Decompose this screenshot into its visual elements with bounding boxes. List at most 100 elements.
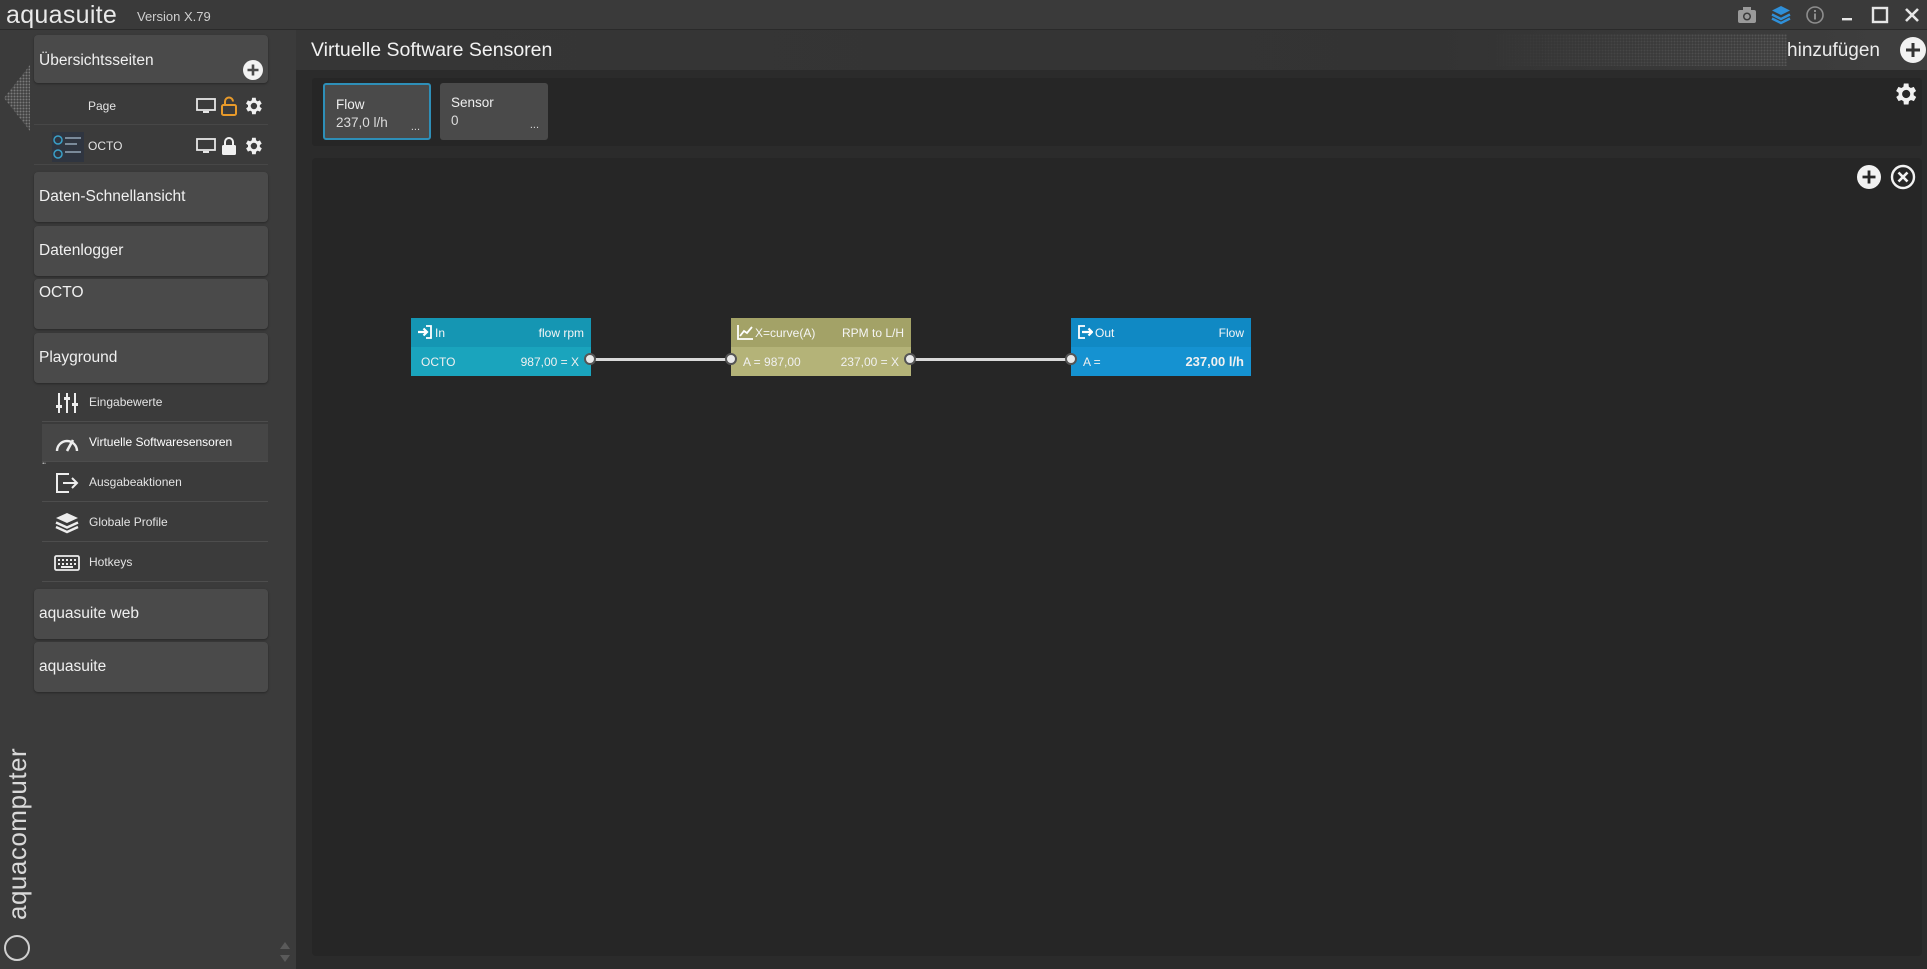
sidebar-item-output-actions[interactable]: Ausgabeaktionen	[42, 464, 268, 502]
sensor-tile-sensor[interactable]: Sensor 0 ...	[440, 83, 548, 140]
sidebar-section-playground[interactable]: Playground	[34, 333, 268, 383]
maximize-icon[interactable]	[1871, 6, 1889, 24]
sidebar-item-virtual-sensors[interactable]: Virtuelle Softwaresensoren	[42, 424, 268, 462]
sidebar-section-octo[interactable]: OCTO	[34, 279, 268, 329]
monitor-icon[interactable]	[196, 137, 216, 155]
sidebar-item-label: Virtuelle Softwaresensoren	[89, 435, 233, 449]
main-header: Virtuelle Software Sensoren hinzufügen	[296, 30, 1927, 70]
node-body: A = 987,00 237,00 = X	[731, 347, 911, 376]
sidebar-section-label: Datenlogger	[39, 242, 124, 259]
node-input-value: A = 987,00	[743, 355, 801, 369]
sidebar-section-aquasuite-web[interactable]: aquasuite web	[34, 589, 268, 639]
node-output-port[interactable]	[904, 353, 916, 365]
sidebar-section-overview[interactable]: Übersichtsseiten	[34, 35, 268, 83]
layers-icon[interactable]	[1771, 5, 1791, 25]
node-header: In flow rpm	[411, 318, 591, 347]
node-title: Out	[1095, 326, 1115, 340]
sidebar-section-label: Übersichtsseiten	[39, 52, 154, 69]
gear-icon[interactable]	[242, 135, 264, 157]
page-item-label: OCTO	[88, 139, 123, 153]
sensor-tile-name: Sensor	[451, 95, 494, 110]
sidebar-item-hotkeys[interactable]: Hotkeys	[42, 544, 268, 582]
node-output-flow[interactable]: Out Flow A = 237,00 l/h	[1071, 318, 1251, 376]
node-body: OCTO 987,00 = X	[411, 347, 591, 376]
sidebar-item-label: Hotkeys	[89, 555, 133, 569]
node-curve-rpm-to-lh[interactable]: X=curve(A) RPM to L/H A = 987,00 237,00 …	[731, 318, 911, 376]
sidebar-section-aquasuite[interactable]: aquasuite	[34, 642, 268, 692]
node-title: In	[435, 326, 446, 340]
layers-icon	[55, 513, 79, 534]
keyboard-icon	[54, 555, 80, 571]
node-name: RPM to L/H	[841, 326, 904, 340]
sensor-tile-more-button[interactable]: ...	[411, 121, 420, 133]
sliders-icon	[56, 393, 78, 413]
sidebar-item-label: Globale Profile	[89, 515, 168, 529]
sensor-tile-more-button[interactable]: ...	[530, 119, 539, 131]
sidebar-section-label: Playground	[39, 349, 118, 366]
sidebar-section-label: OCTO	[39, 284, 84, 301]
page-item-octo[interactable]: OCTO	[34, 127, 268, 165]
sensor-tiles-bar: Flow 237,0 l/h ... Sensor 0 ...	[312, 78, 1922, 146]
input-icon	[418, 325, 432, 339]
sidebar-section-label: Daten-Schnellansicht	[39, 188, 186, 205]
sidebar-scroll-arrows-icon[interactable]	[278, 938, 292, 966]
node-canvas[interactable]	[312, 158, 1922, 956]
node-name: flow rpm	[538, 326, 584, 340]
info-icon[interactable]	[1805, 5, 1825, 25]
node-title: X=curve(A)	[755, 326, 816, 340]
node-output-port[interactable]	[584, 353, 596, 365]
sidebar-item-label: Eingabewerte	[89, 395, 163, 409]
app-version: Version X.79	[137, 9, 211, 24]
add-page-icon[interactable]	[242, 59, 264, 81]
sidebar-item-input-values[interactable]: Eingabewerte	[42, 384, 268, 422]
minimize-icon[interactable]	[1839, 6, 1857, 24]
octo-thumbnail-icon	[52, 132, 84, 162]
node-output-value: 237,00 l/h	[1185, 354, 1244, 369]
sidebar-item-label: Ausgabeaktionen	[89, 475, 182, 489]
window-controls	[1737, 4, 1921, 26]
title-bar: aquasuite Version X.79	[0, 0, 1927, 30]
node-input-port[interactable]	[1065, 353, 1077, 365]
node-input-flow-rpm[interactable]: In flow rpm OCTO 987,00 = X	[411, 318, 591, 376]
add-node-button[interactable]	[1856, 164, 1882, 190]
sensor-tile-value: 237,0 l/h	[336, 115, 388, 130]
gear-icon[interactable]	[242, 95, 264, 117]
settings-gear-icon[interactable]	[1891, 80, 1919, 108]
sidebar-section-label: aquasuite web	[39, 605, 139, 622]
brand-logo-icon	[4, 935, 30, 961]
sensor-tile-flow[interactable]: Flow 237,0 l/h ...	[323, 83, 431, 140]
sidebar-section-label: aquasuite	[39, 658, 107, 675]
node-output-value: 237,00 = X	[840, 355, 899, 369]
lock-icon[interactable]	[220, 136, 238, 156]
camera-icon[interactable]	[1737, 6, 1757, 24]
sidebar-section-datalogger[interactable]: Datenlogger	[34, 226, 268, 276]
sensor-tile-value: 0	[451, 113, 459, 128]
curve-chart-icon	[737, 325, 753, 340]
brand-vertical: aquacomputer	[2, 747, 32, 920]
node-header: Out Flow	[1071, 318, 1251, 347]
connection-wire	[910, 358, 1072, 361]
page-item-actions	[196, 95, 264, 117]
close-icon[interactable]	[1903, 6, 1921, 24]
connection-wire	[592, 358, 730, 361]
app-name: aquasuite	[6, 1, 118, 29]
sidebar-item-global-profiles[interactable]: Globale Profile	[42, 504, 268, 542]
node-name: Flow	[1218, 326, 1244, 340]
node-source: OCTO	[421, 355, 456, 369]
node-input-value: A =	[1083, 355, 1101, 369]
close-canvas-button[interactable]	[1890, 164, 1916, 190]
unlock-icon[interactable]	[220, 96, 238, 116]
node-value: 987,00 = X	[520, 355, 579, 369]
add-sensor-button[interactable]	[1899, 36, 1927, 64]
monitor-icon[interactable]	[196, 97, 216, 115]
sidebar-section-data-quickview[interactable]: Daten-Schnellansicht	[34, 172, 268, 222]
add-sensor-label[interactable]: hinzufügen	[1787, 40, 1880, 62]
page-item-page[interactable]: Page	[34, 87, 268, 125]
header-decoration	[1487, 34, 1787, 66]
page-item-label: Page	[88, 99, 117, 113]
output-icon	[56, 473, 79, 493]
node-input-port[interactable]	[725, 353, 737, 365]
node-header: X=curve(A) RPM to L/H	[731, 318, 911, 347]
canvas-controls	[1856, 164, 1916, 190]
node-body: A = 237,00 l/h	[1071, 347, 1251, 376]
